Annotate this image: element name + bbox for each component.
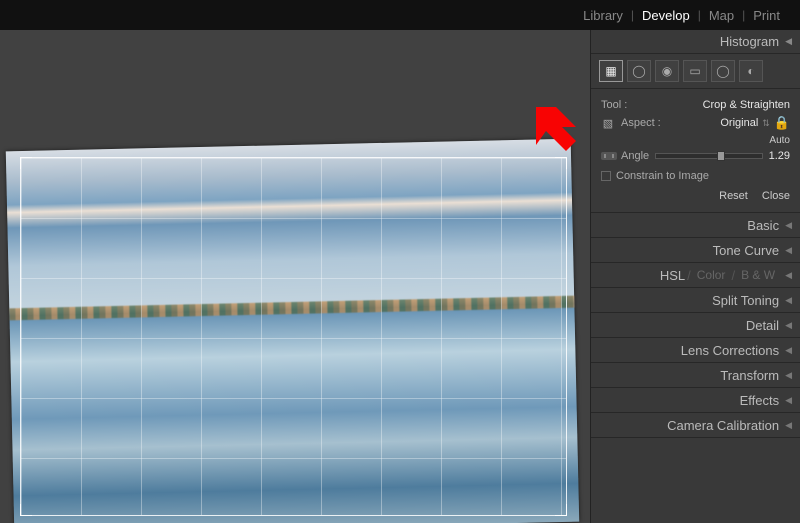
gradient-tool-button[interactable]: ▭ (683, 60, 707, 82)
oval-icon: ◯ (716, 64, 730, 78)
crop-icon: ▦ (604, 64, 618, 78)
panel-hsl[interactable]: HSL / Color / B & W ◀ (591, 263, 800, 288)
aspect-icon[interactable]: ▧ (601, 116, 615, 130)
collapse-icon: ◀ (785, 345, 792, 356)
aspect-dropdown[interactable]: Original (720, 117, 758, 129)
panel-bw-label[interactable]: B & W (741, 268, 775, 282)
target-icon: ◉ (660, 64, 674, 78)
angle-slider[interactable] (655, 153, 762, 159)
slider-knob[interactable] (717, 151, 725, 161)
spot-tool-button[interactable]: ◯ (627, 60, 651, 82)
panel-detail[interactable]: Detail ◀ (591, 313, 800, 338)
panel-tonecurve[interactable]: Tone Curve ◀ (591, 238, 800, 263)
panel-detail-label: Detail (746, 318, 779, 333)
panel-calibration[interactable]: Camera Calibration ◀ (591, 413, 800, 438)
reset-button[interactable]: Reset (719, 190, 748, 202)
straighten-icon[interactable] (601, 152, 617, 160)
brush-tool-button[interactable]: ◐ (739, 60, 763, 82)
collapse-icon: ◀ (785, 245, 792, 256)
crop-tool-button[interactable]: ▦ (599, 60, 623, 82)
constrain-label: Constrain to Image (616, 170, 709, 182)
module-picker: Library | Develop | Map | Print (0, 0, 800, 30)
panel-histogram-label: Histogram (720, 34, 779, 49)
panel-effects[interactable]: Effects ◀ (591, 388, 800, 413)
tool-value: Crop & Straighten (703, 99, 790, 111)
panel-basic-label: Basic (747, 218, 779, 233)
crop-handle-tr[interactable] (555, 157, 567, 169)
collapse-icon: ◀ (785, 270, 792, 281)
collapse-icon: ◀ (785, 370, 792, 381)
auto-angle-button[interactable]: Auto (769, 135, 790, 146)
crop-grid (21, 158, 566, 515)
gradient-icon: ◐ (744, 64, 758, 78)
nav-print[interactable]: Print (745, 8, 788, 23)
panel-lens[interactable]: Lens Corrections ◀ (591, 338, 800, 363)
annotation-arrow (522, 107, 576, 155)
tool-label: Tool : (601, 99, 627, 111)
collapse-icon: ◀ (785, 420, 792, 431)
nav-map[interactable]: Map (701, 8, 742, 23)
aspect-label: Aspect : (621, 117, 661, 129)
redeye-tool-button[interactable]: ◉ (655, 60, 679, 82)
collapse-icon: ◀ (785, 36, 792, 47)
collapse-icon: ◀ (785, 295, 792, 306)
panel-color-label[interactable]: Color (697, 268, 726, 282)
collapse-icon: ◀ (785, 320, 792, 331)
right-panels: Histogram ◀ ▦ ◯ ◉ ▭ ◯ ◐ Tool : Crop & St… (590, 30, 800, 523)
collapse-icon: ◀ (785, 220, 792, 231)
collapse-icon: ◀ (785, 395, 792, 406)
image-canvas[interactable]: ⟳ (0, 50, 590, 523)
panel-calibration-label: Camera Calibration (667, 418, 779, 433)
panel-splittoning[interactable]: Split Toning ◀ (591, 288, 800, 313)
panel-lens-label: Lens Corrections (681, 343, 779, 358)
nav-library[interactable]: Library (575, 8, 631, 23)
square-icon: ▭ (688, 64, 702, 78)
panel-splittoning-label: Split Toning (712, 293, 779, 308)
panel-effects-label: Effects (740, 393, 780, 408)
circle-icon: ◯ (632, 64, 646, 78)
crop-handle-br[interactable] (555, 504, 567, 516)
nav-develop[interactable]: Develop (634, 8, 698, 23)
chevron-updown-icon: ⇅ (762, 118, 770, 129)
panel-basic[interactable]: Basic ◀ (591, 213, 800, 238)
panel-transform-label: Transform (720, 368, 779, 383)
radial-tool-button[interactable]: ◯ (711, 60, 735, 82)
crop-handle-tl[interactable] (20, 157, 32, 169)
crop-panel: Tool : Crop & Straighten ▧ Aspect : Orig… (591, 89, 800, 213)
panel-transform[interactable]: Transform ◀ (591, 363, 800, 388)
crop-handle-bl[interactable] (20, 504, 32, 516)
panel-hsl-label: HSL (660, 268, 685, 283)
tool-strip: ▦ ◯ ◉ ▭ ◯ ◐ (591, 54, 800, 89)
angle-value[interactable]: 1.29 (769, 150, 790, 162)
constrain-checkbox[interactable] (601, 171, 611, 181)
angle-label: Angle (621, 150, 649, 162)
panel-tonecurve-label: Tone Curve (713, 243, 779, 258)
panel-histogram[interactable]: Histogram ◀ (591, 30, 800, 54)
close-button[interactable]: Close (762, 190, 790, 202)
lock-icon[interactable]: 🔒 (774, 115, 790, 131)
crop-overlay[interactable] (20, 157, 567, 516)
